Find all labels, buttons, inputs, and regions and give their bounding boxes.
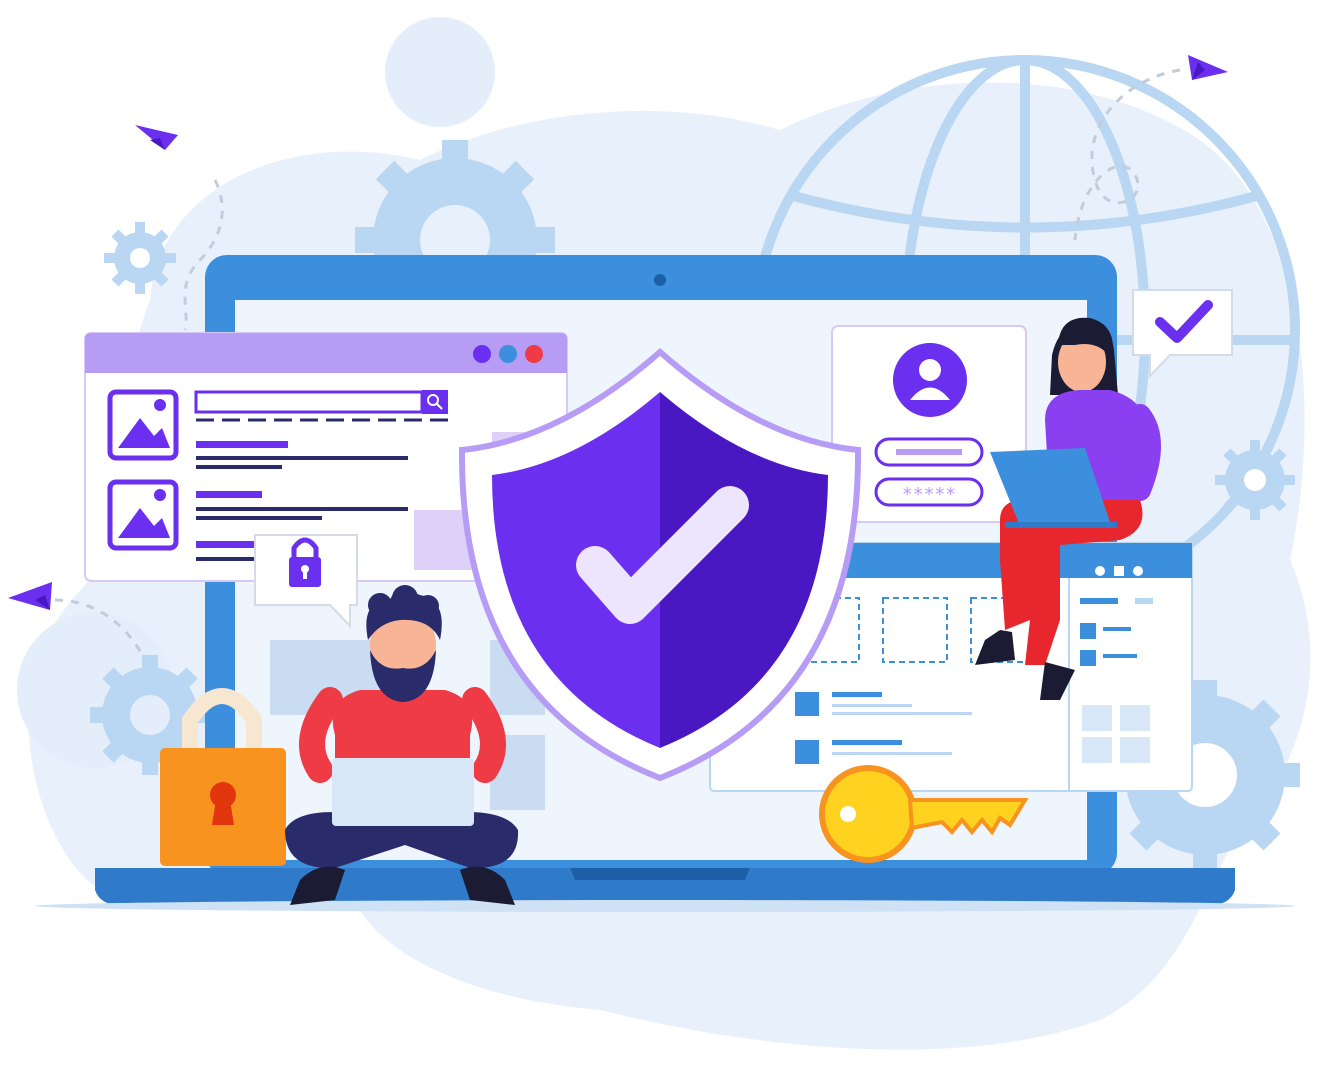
- security-illustration: *****: [8, 11, 1311, 1050]
- image-placeholder-icon: [107, 389, 179, 461]
- paper-plane-icon: [135, 125, 178, 150]
- window-dot: [525, 345, 543, 363]
- password-mask: *****: [902, 484, 956, 505]
- user-avatar-icon: [893, 343, 967, 417]
- window-dot: [499, 345, 517, 363]
- search-icon: [422, 390, 448, 414]
- paper-plane-icon: [8, 582, 52, 610]
- webcam: [654, 274, 666, 286]
- search-input: [194, 390, 424, 414]
- login-card: *****: [831, 325, 1027, 523]
- gear-icon: [1215, 440, 1295, 520]
- man-laptop: [332, 758, 474, 826]
- window-dot: [473, 345, 491, 363]
- image-placeholder-icon: [107, 479, 179, 551]
- paper-plane-icon: [1188, 55, 1228, 80]
